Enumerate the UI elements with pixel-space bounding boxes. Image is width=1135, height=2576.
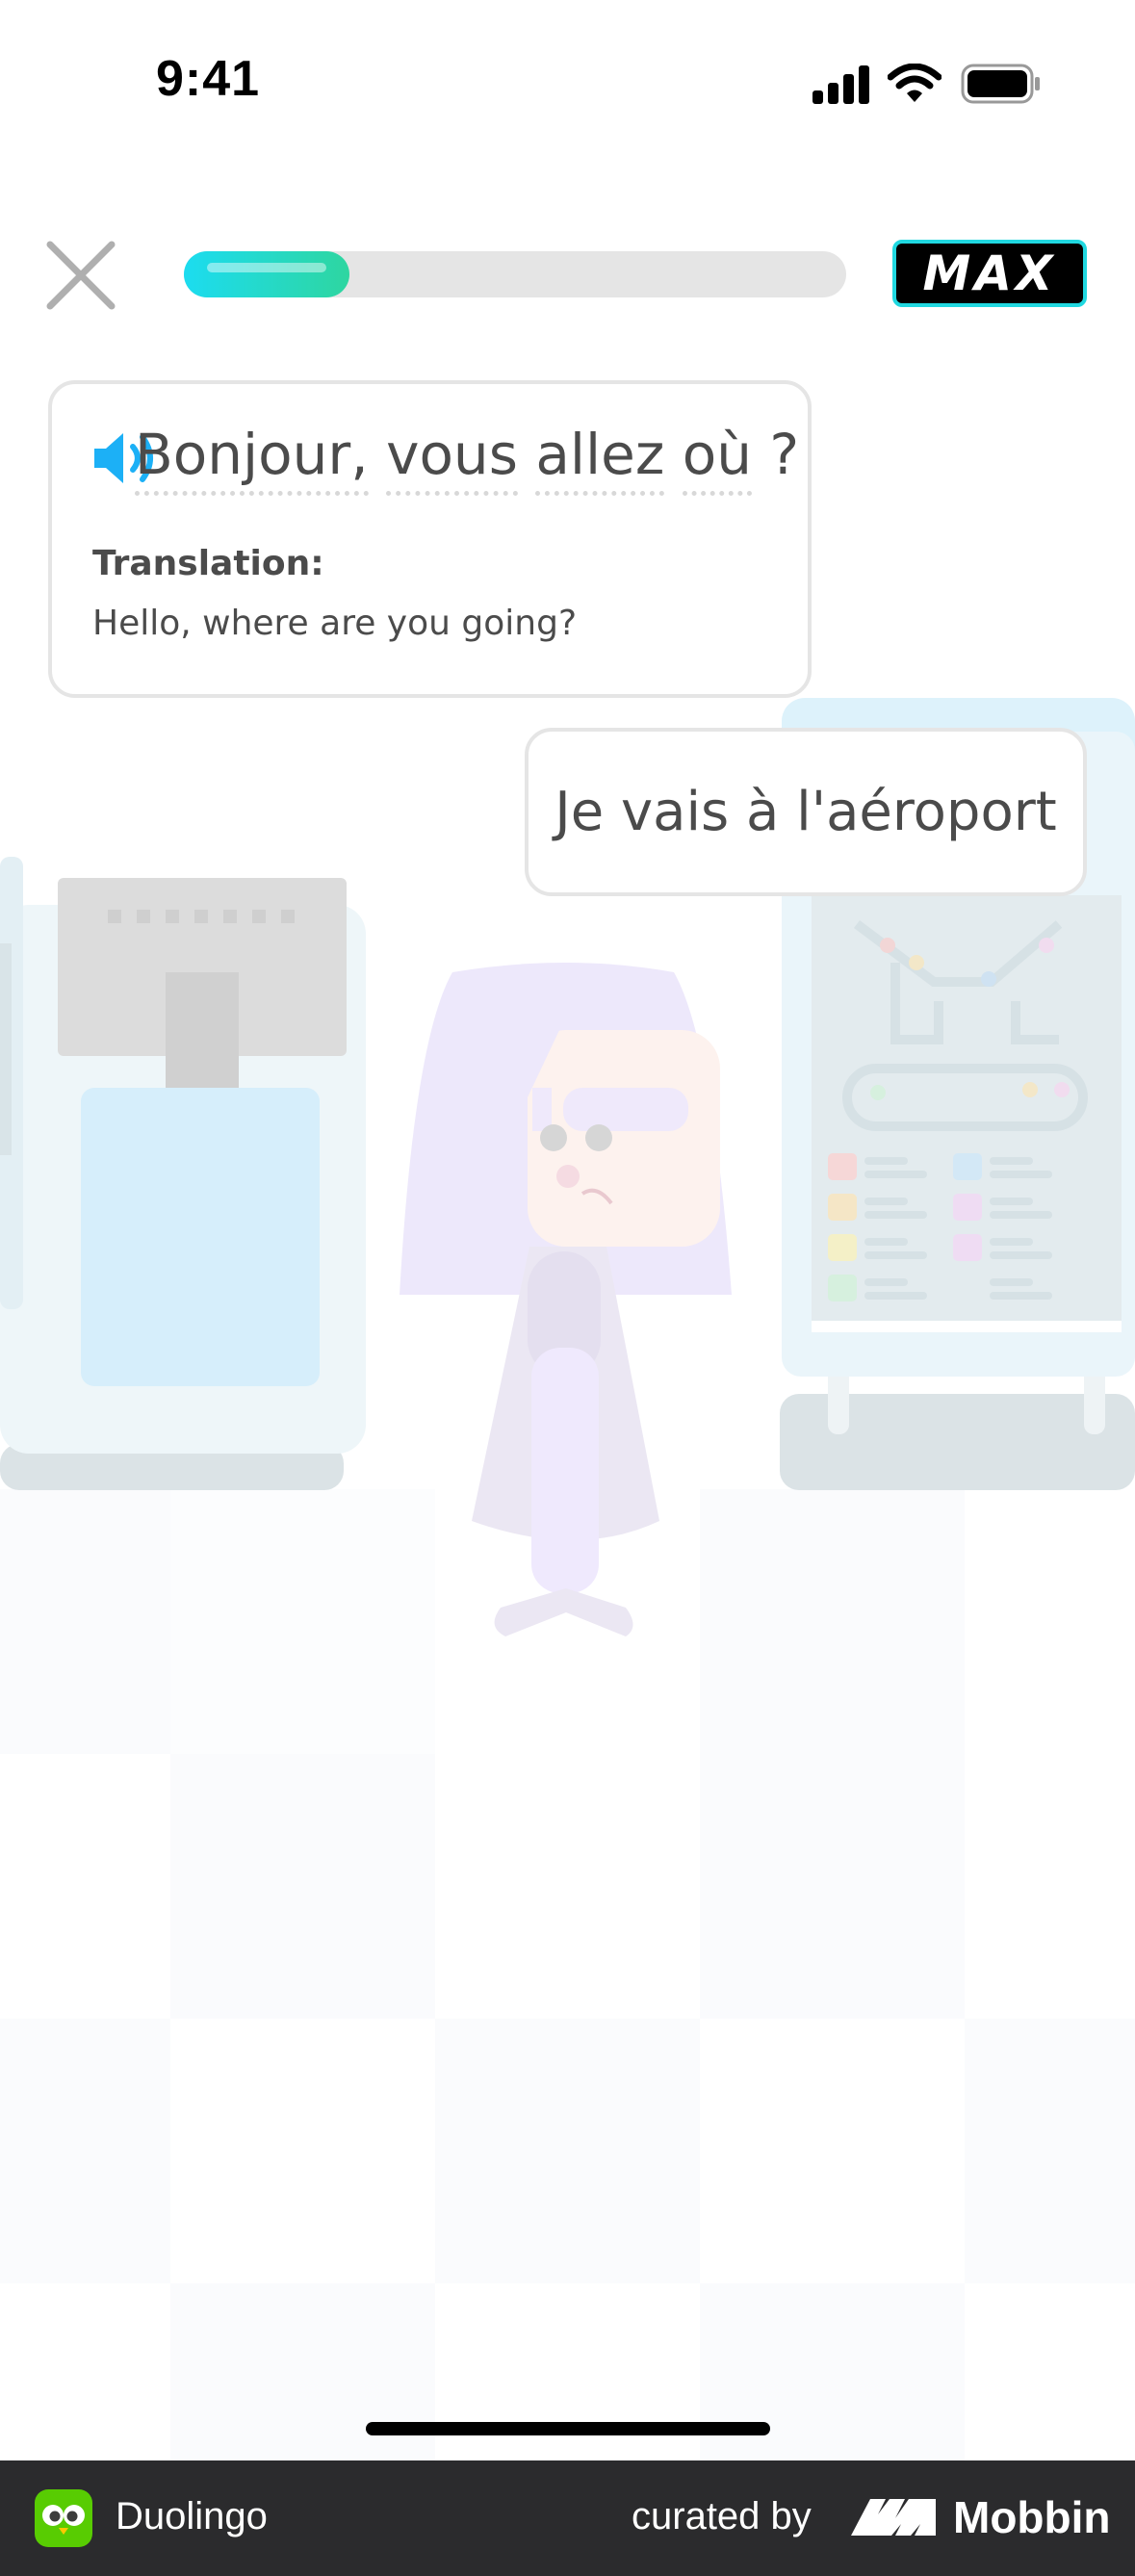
prompt-punctuation: ? <box>769 422 800 487</box>
prompt-sentence: Bonjour, vous allez où ? <box>135 422 800 496</box>
footer-app-name: Duolingo <box>116 2495 268 2537</box>
reply-text: Je vais à l'aéroport <box>555 781 1057 843</box>
battery-icon <box>961 64 1040 104</box>
translation-label: Translation: <box>92 544 324 583</box>
prompt-word[interactable]: où <box>682 422 752 496</box>
home-indicator <box>366 2422 770 2435</box>
max-badge[interactable]: MAX <box>892 240 1087 307</box>
prompt-word[interactable]: allez <box>535 422 665 496</box>
reply-speech-bubble: Je vais à l'aéroport <box>525 728 1087 896</box>
wifi-icon <box>888 64 942 102</box>
footer-brand-name: Mobbin <box>953 2492 1111 2542</box>
max-badge-label: MAX <box>922 245 1057 301</box>
lesson-progress-bar <box>184 251 846 297</box>
prompt-word[interactable]: Bonjour, <box>135 422 369 496</box>
prompt-word[interactable]: vous <box>386 422 518 496</box>
lesson-progress-highlight <box>207 263 326 272</box>
translation-text: Hello, where are you going? <box>92 604 578 643</box>
footer-curated-by: curated by <box>632 2495 812 2537</box>
airport-background-illustration <box>0 698 1135 2460</box>
mobbin-logo-icon <box>851 2499 936 2536</box>
close-icon[interactable] <box>44 239 117 312</box>
duolingo-app-icon <box>35 2489 92 2547</box>
lesson-progress-fill <box>184 251 349 297</box>
status-bar-time: 9:41 <box>156 51 261 107</box>
cellular-signal-icon <box>813 65 869 104</box>
